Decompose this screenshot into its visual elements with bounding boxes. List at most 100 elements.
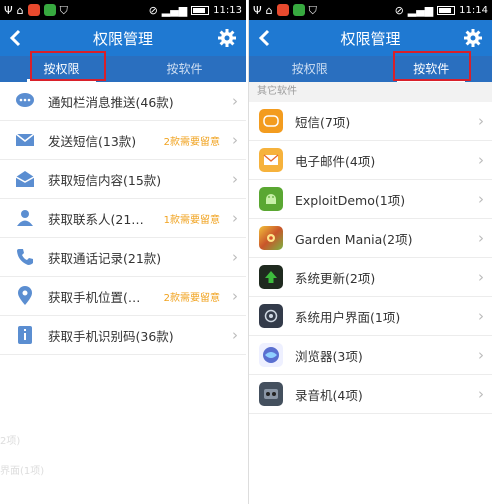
list-item[interactable]: 发送短信(13款) 2款需要留意 › — [0, 121, 246, 160]
settings-button[interactable] — [458, 20, 488, 56]
status-bar: Ψ ⌂ ⛉ ⊘ ▂▄▆ 11:13 — [0, 0, 246, 20]
envelope-icon — [14, 129, 36, 151]
list-item[interactable]: 录音机(4项) › — [249, 375, 492, 414]
item-label: Garden Mania(2项) — [295, 231, 413, 247]
status-time: 11:13 — [213, 4, 242, 16]
signal-icon: ▂▄▆ — [407, 3, 434, 17]
warning-note: 2款需要留意 — [163, 136, 220, 148]
back-button[interactable] — [249, 20, 279, 56]
status-bar: Ψ ⌂ ⛉ ⊘ ▂▄▆ 11:14 — [249, 0, 492, 20]
settings-button[interactable] — [212, 20, 242, 56]
back-arrow-icon — [9, 29, 21, 47]
garden-mania-icon — [259, 226, 283, 250]
list-item[interactable]: 获取短信内容(15款) › — [0, 160, 246, 199]
chevron-right-icon: › — [478, 385, 484, 403]
list-item[interactable]: 浏览器(3项) › — [249, 336, 492, 375]
warning-note: 1款需要留意 — [163, 214, 220, 226]
chevron-right-icon: › — [232, 209, 238, 227]
ghost-text: 2项) — [0, 436, 21, 447]
list-item[interactable]: 系统用户界面(1项) › — [249, 297, 492, 336]
tab-by-permission[interactable]: 按权限 — [249, 56, 371, 82]
page-title: 权限管理 — [92, 29, 153, 48]
tab-by-software[interactable]: 按软件 — [371, 56, 492, 82]
tab-by-permission[interactable]: 按权限 — [0, 56, 123, 82]
item-label: 获取通话记录(21款) — [48, 250, 162, 266]
sms-app-icon — [259, 109, 283, 133]
chevron-right-icon: › — [232, 287, 238, 305]
battery-icon — [191, 5, 210, 15]
chevron-right-icon: › — [478, 346, 484, 364]
vibrate-off-icon: ⊘ — [394, 3, 404, 17]
app-notification-icon — [276, 4, 289, 16]
vibrate-off-icon: ⊘ — [148, 3, 158, 17]
list-item[interactable]: 短信(7项) › — [249, 102, 492, 141]
recorder-app-icon — [259, 382, 283, 406]
item-label: 浏览器(3项) — [295, 348, 363, 364]
item-label: 发送短信(13款) — [48, 133, 137, 149]
item-label: ExploitDemo(1项) — [295, 192, 406, 208]
item-label: 系统更新(2项) — [295, 270, 376, 286]
phone-icon — [14, 246, 36, 268]
item-label: 获取短信内容(15款) — [48, 172, 162, 188]
id-card-icon — [14, 324, 36, 346]
android-app-icon — [259, 187, 283, 211]
app-notification-icon — [43, 4, 56, 16]
back-button[interactable] — [0, 20, 30, 56]
battery-icon — [437, 5, 456, 15]
chevron-right-icon: › — [478, 268, 484, 286]
chevron-right-icon: › — [232, 170, 238, 188]
usb-icon: Ψ — [4, 3, 13, 17]
ghost-text: 界面(1项) — [0, 466, 45, 477]
app-notification-icon: ⌂ — [265, 3, 273, 17]
item-label: 获取手机位置(… — [48, 289, 141, 305]
shield-icon: ⛉ — [59, 3, 68, 17]
person-icon — [14, 207, 36, 229]
warning-note: 2款需要留意 — [163, 292, 220, 304]
right-screen: Ψ ⌂ ⛉ ⊘ ▂▄▆ 11:14 权限管理 按权限 按软件 其它软件 短信(7… — [248, 0, 492, 504]
list-item[interactable]: 电子邮件(4项) › — [249, 141, 492, 180]
item-label: 获取联系人(21… — [48, 211, 144, 227]
list-item[interactable]: 通知栏消息推送(46款) › — [0, 82, 246, 121]
signal-icon: ▂▄▆ — [161, 3, 188, 17]
app-notification-icon: ⌂ — [16, 3, 24, 17]
item-label: 电子邮件(4项) — [295, 153, 376, 169]
list-item[interactable]: ExploitDemo(1项) › — [249, 180, 492, 219]
left-screen: Ψ ⌂ ⛉ ⊘ ▂▄▆ 11:13 权限管理 按权限 按软件 通知栏消息推送(4… — [0, 0, 246, 504]
app-notification-icon — [292, 4, 305, 16]
system-ui-icon — [259, 304, 283, 328]
chevron-right-icon: › — [232, 131, 238, 149]
list-item[interactable]: 获取手机识别码(36款) › — [0, 316, 246, 355]
app-notification-icon — [27, 4, 40, 16]
system-update-icon — [259, 265, 283, 289]
chevron-right-icon: › — [478, 190, 484, 208]
usb-icon: Ψ — [253, 3, 262, 17]
list-item[interactable]: 系统更新(2项) › — [249, 258, 492, 297]
item-label: 获取手机识别码(36款) — [48, 328, 174, 344]
permission-list: 通知栏消息推送(46款) › 发送短信(13款) 2款需要留意 › 获取短信内容… — [0, 82, 246, 355]
item-label: 通知栏消息推送(46款) — [48, 94, 174, 110]
page-title: 权限管理 — [340, 29, 401, 48]
chevron-right-icon: › — [478, 112, 484, 130]
section-header: 其它软件 — [249, 82, 492, 102]
open-envelope-icon — [14, 168, 36, 190]
gear-icon — [218, 29, 236, 47]
chevron-right-icon: › — [232, 326, 238, 344]
chevron-right-icon: › — [478, 307, 484, 325]
app-list: 短信(7项) › 电子邮件(4项) › ExploitDemo(1项) › Ga… — [249, 102, 492, 414]
item-label: 系统用户界面(1项) — [295, 309, 401, 325]
location-pin-icon — [14, 285, 36, 307]
list-item[interactable]: 获取联系人(21… 1款需要留意 › — [0, 199, 246, 238]
item-label: 短信(7项) — [295, 114, 351, 130]
tab-by-software[interactable]: 按软件 — [123, 56, 246, 82]
status-time: 11:14 — [459, 4, 488, 16]
gear-icon — [464, 29, 482, 47]
chevron-right-icon: › — [478, 229, 484, 247]
list-item[interactable]: 获取通话记录(21款) › — [0, 238, 246, 277]
tab-bar: 按权限 按软件 — [0, 51, 246, 82]
list-item[interactable]: Garden Mania(2项) › — [249, 219, 492, 258]
chat-bubble-icon — [14, 90, 36, 112]
title-bar: 权限管理 — [0, 20, 246, 56]
list-item[interactable]: 获取手机位置(… 2款需要留意 › — [0, 277, 246, 316]
shield-icon: ⛉ — [308, 3, 317, 17]
tab-bar: 按权限 按软件 — [249, 51, 492, 82]
